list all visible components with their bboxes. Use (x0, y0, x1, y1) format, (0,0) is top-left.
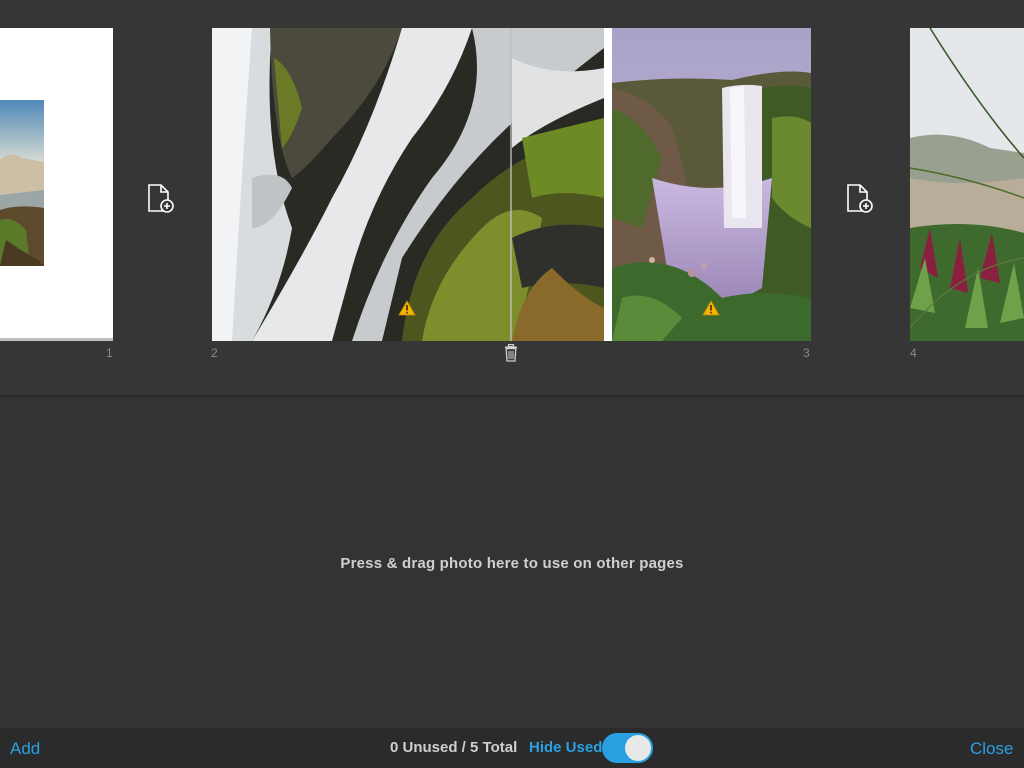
photo-count: 0 Unused / 5 Total (390, 739, 518, 756)
hide-used-label: Hide Used (529, 739, 603, 756)
page-number-2: 2 (211, 346, 218, 360)
trash-icon[interactable] (503, 344, 519, 362)
page-thumbnail-3[interactable] (604, 28, 811, 341)
page-number-3: 3 (803, 346, 810, 360)
tray-divider (0, 395, 1024, 397)
close-button[interactable]: Close (970, 739, 1013, 759)
page-4-photo[interactable] (910, 28, 1024, 341)
page-1-edge (0, 338, 113, 341)
page-number-1: 1 (106, 346, 113, 360)
add-page-icon[interactable] (146, 183, 176, 215)
page-thumbnail-1[interactable] (0, 28, 113, 341)
photo-tray-empty-message: Press & drag photo here to use on other … (340, 555, 684, 572)
page-thumbnail-4[interactable] (910, 28, 1024, 341)
warning-icon[interactable] (398, 300, 416, 316)
page-2-photo[interactable] (212, 28, 604, 341)
page-number-4: 4 (910, 346, 917, 360)
page-3-photo[interactable] (612, 28, 811, 341)
page-thumbnail-2[interactable] (212, 28, 604, 341)
spread-spine (510, 28, 512, 341)
add-button[interactable]: Add (10, 739, 40, 759)
hide-used-toggle[interactable] (602, 733, 653, 763)
toggle-knob[interactable] (625, 735, 651, 761)
page-strip: 1 2 3 4 (0, 0, 1024, 395)
warning-icon[interactable] (702, 300, 720, 316)
page-1-photo[interactable] (0, 100, 44, 266)
add-page-icon[interactable] (845, 183, 875, 215)
